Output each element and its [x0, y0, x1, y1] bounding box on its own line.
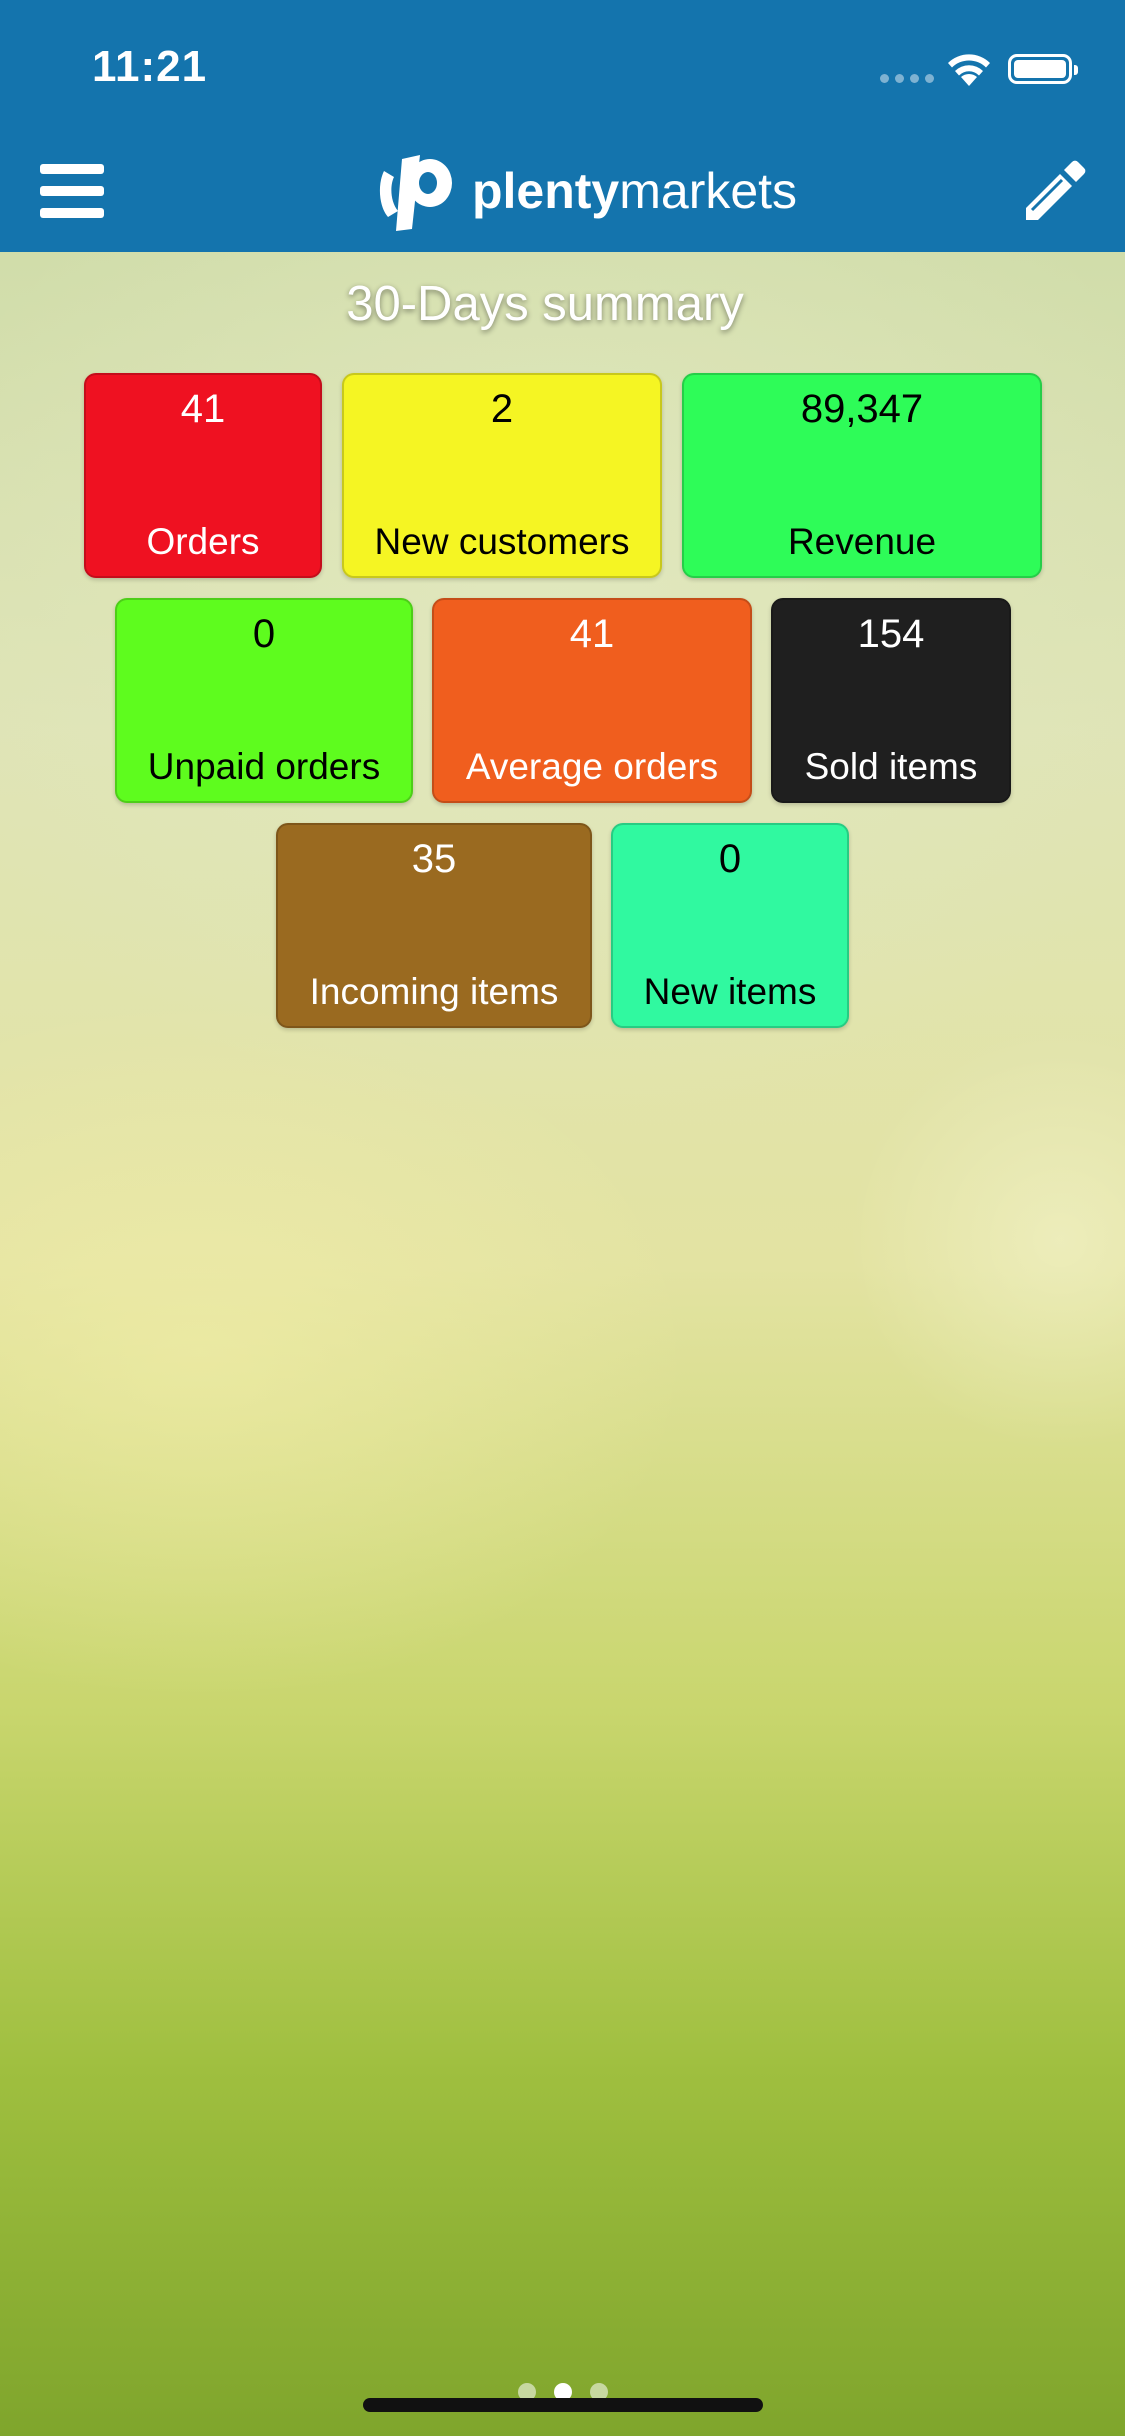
tile-label: New items	[643, 971, 817, 1012]
tile-label: Orders	[146, 521, 260, 562]
hamburger-menu-icon[interactable]	[40, 164, 104, 218]
tile-value: 154	[857, 612, 925, 656]
tile-label: Average orders	[465, 746, 719, 787]
tile-new-items[interactable]: 0 New items	[611, 823, 849, 1028]
tile-sold-items[interactable]: 154 Sold items	[771, 598, 1011, 803]
summary-title: 30-Days summary	[346, 277, 744, 331]
tile-value: 0	[718, 837, 742, 881]
cellular-signal-icon	[880, 74, 934, 83]
navigation-bar: plentymarkets	[0, 130, 1125, 252]
logo-text-regular: markets	[619, 163, 798, 219]
tile-label: Sold items	[804, 746, 978, 787]
tile-orders[interactable]: 41 Orders	[84, 373, 322, 578]
tile-incoming-items[interactable]: 35 Incoming items	[276, 823, 592, 1028]
battery-icon	[1008, 54, 1078, 84]
tile-value: 0	[252, 612, 276, 656]
tile-label: New customers	[374, 521, 630, 562]
pencil-icon[interactable]	[1018, 156, 1088, 226]
status-bar: 11:21	[0, 0, 1125, 130]
wifi-icon	[948, 54, 990, 86]
dashboard-screen: 11:21 plentymarkets 30-Days summary 41 O…	[0, 0, 1125, 2436]
plentymarkets-logo-icon	[379, 155, 452, 231]
tile-value: 35	[411, 837, 457, 881]
tile-average-orders[interactable]: 41 Average orders	[432, 598, 752, 803]
logo-text-bold: plenty	[472, 163, 620, 219]
home-indicator[interactable]	[363, 2398, 763, 2412]
tile-value: 41	[569, 612, 615, 656]
tile-value: 41	[180, 387, 226, 431]
tile-label: Revenue	[787, 521, 937, 562]
status-time: 11:21	[92, 42, 208, 91]
plentymarkets-logo: plentymarkets	[372, 146, 797, 236]
tile-value: 89,347	[800, 387, 924, 431]
tile-label: Incoming items	[309, 971, 559, 1012]
logo-text: plentymarkets	[472, 166, 797, 216]
tile-label: Unpaid orders	[147, 746, 381, 787]
tile-revenue[interactable]: 89,347 Revenue	[682, 373, 1042, 578]
tile-new-customers[interactable]: 2 New customers	[342, 373, 662, 578]
tile-unpaid-orders[interactable]: 0 Unpaid orders	[115, 598, 413, 803]
tile-value: 2	[490, 387, 514, 431]
